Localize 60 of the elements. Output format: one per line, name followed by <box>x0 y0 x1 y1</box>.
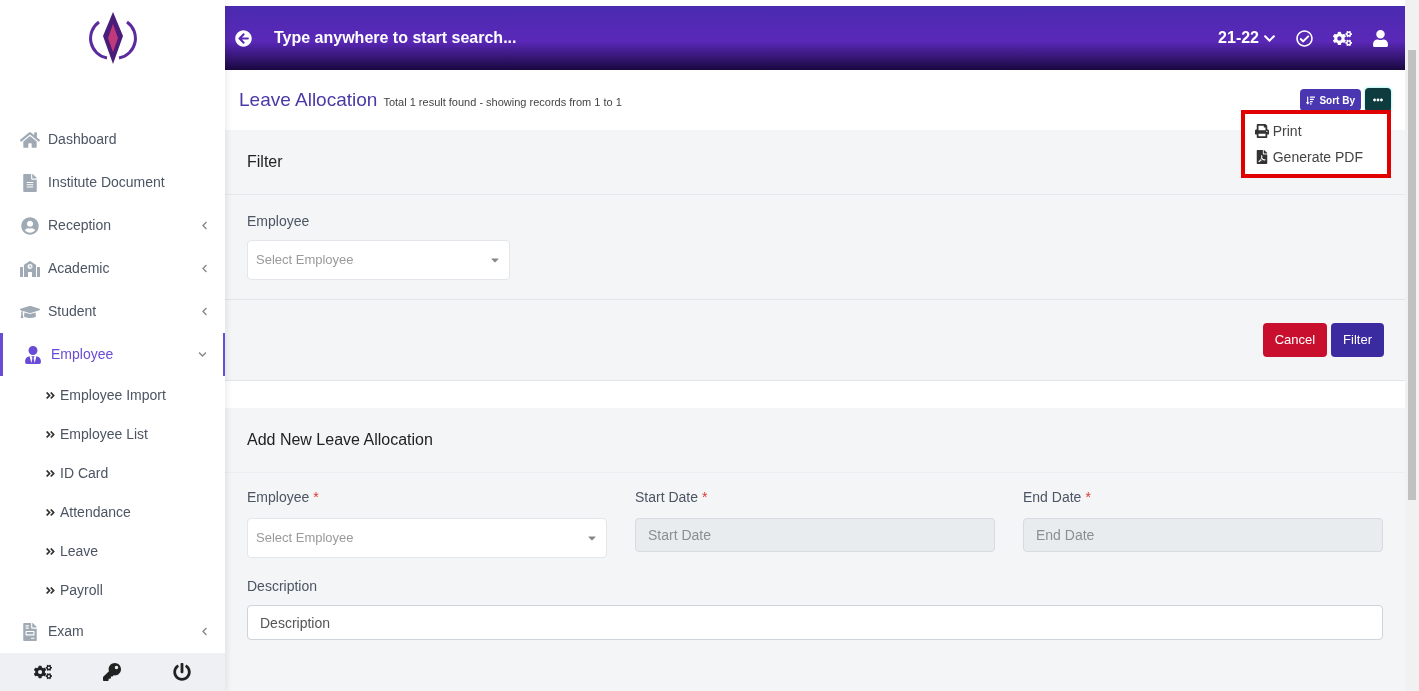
page-title: Leave Allocation <box>239 87 378 112</box>
required-mark: * <box>1085 489 1091 505</box>
settings-icon[interactable] <box>33 663 52 682</box>
submenu-item[interactable]: Employee List <box>0 415 225 455</box>
sidebar-item[interactable]: Academic <box>0 247 225 291</box>
sidebar-item[interactable]: Dashboard <box>0 118 225 162</box>
sidebar-item[interactable]: Student <box>0 290 225 334</box>
menu-item[interactable]: Print <box>1254 118 1363 144</box>
double-chevron-icon <box>45 585 56 597</box>
submenu-item[interactable]: Payroll <box>0 571 225 611</box>
document-icon <box>20 622 40 641</box>
cancel-button[interactable]: Cancel <box>1262 323 1328 357</box>
sort-button[interactable]: Sort By <box>1300 89 1361 111</box>
double-chevron-icon <box>45 507 56 519</box>
required-mark: * <box>702 489 708 505</box>
back-icon[interactable] <box>235 29 252 47</box>
sidebar-item[interactable]: Reception <box>0 204 225 248</box>
session-dropdown[interactable]: 21-22 <box>1218 26 1276 50</box>
double-chevron-icon <box>45 429 56 441</box>
person-icon <box>23 345 43 364</box>
chevron-left-icon <box>200 307 209 317</box>
menu-item[interactable]: Generate PDF <box>1254 144 1363 170</box>
chevron-down-icon <box>198 350 207 360</box>
submenu-item[interactable]: Leave <box>0 532 225 572</box>
sort-icon <box>1306 95 1316 105</box>
filter-button[interactable]: Filter <box>1331 323 1384 357</box>
power-icon[interactable] <box>173 663 192 682</box>
required-mark: * <box>313 489 319 505</box>
sidebar-item[interactable]: Institute Document <box>0 161 225 205</box>
settings-icon[interactable] <box>1333 28 1352 48</box>
submenu-item[interactable]: Employee Import <box>0 376 225 416</box>
field-label: Start Date * <box>635 488 709 507</box>
field-label: Employee * <box>247 488 320 507</box>
double-chevron-icon <box>45 468 56 480</box>
submenu-item[interactable]: Attendance <box>0 493 225 533</box>
field-label: Description <box>247 577 319 596</box>
card-title: Add New Leave Allocation <box>247 430 433 450</box>
school-icon <box>20 259 40 278</box>
double-chevron-icon <box>45 390 56 402</box>
submenu-item[interactable]: ID Card <box>0 454 225 494</box>
user-icon[interactable] <box>1372 29 1389 47</box>
key-icon[interactable] <box>103 663 122 682</box>
chevron-left-icon <box>200 264 209 274</box>
logo-icon <box>88 10 137 66</box>
more-button[interactable] <box>1365 88 1391 112</box>
search-field[interactable]: Type anywhere to start search... <box>274 26 517 50</box>
printer-icon <box>1254 124 1269 138</box>
double-chevron-icon <box>45 546 56 558</box>
pdf-file-icon <box>1254 150 1269 164</box>
chevron-left-icon <box>200 221 209 231</box>
document-icon <box>20 173 40 192</box>
result-summary: Total 1 result found - showing records from 1 to 1 <box>383 94 622 110</box>
house-icon <box>20 130 40 149</box>
sidebar-item[interactable]: Exam <box>0 610 225 654</box>
card-title: Filter <box>247 152 283 172</box>
field-label: End Date * <box>1023 488 1092 507</box>
scrollbar-thumb[interactable] <box>1408 50 1416 500</box>
chevron-left-icon <box>200 627 209 637</box>
description-field[interactable]: Description <box>247 605 1383 640</box>
field-label: Employee <box>247 212 311 231</box>
